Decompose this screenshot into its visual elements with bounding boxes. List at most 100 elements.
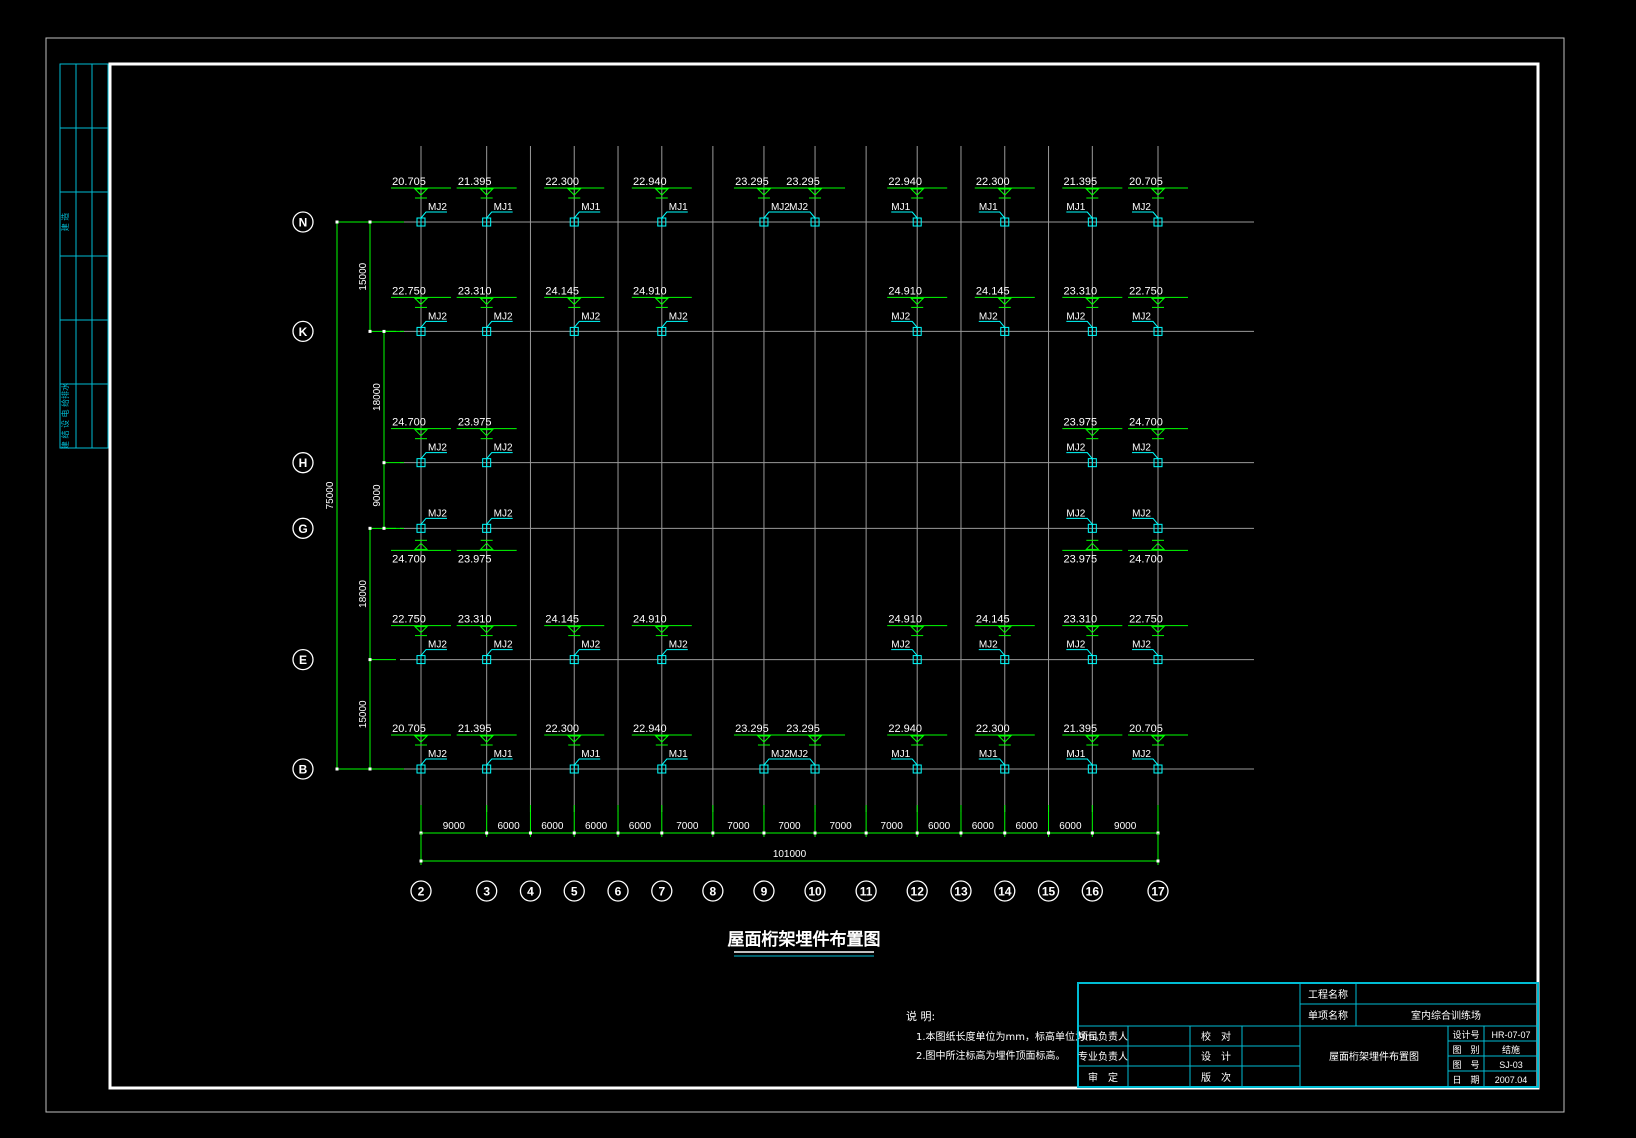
sub-project-value: 室内综合训练场 — [1411, 1009, 1481, 1022]
dim-tick-x-15 — [1047, 831, 1051, 835]
axis-label-col-3: 3 — [483, 885, 490, 899]
dim-tick-inner-G — [382, 526, 386, 530]
dim-tick-total-1 — [1156, 859, 1160, 863]
elev-label-G-17: 24.700 — [1129, 553, 1163, 565]
dim-label-x-11: 6000 — [972, 821, 995, 832]
elev-label-K-16: 23.310 — [1063, 285, 1097, 297]
sub-project-label: 单项名称 — [1308, 1009, 1348, 1022]
elev-label-E-17: 22.750 — [1129, 614, 1163, 626]
dim-tick-inner-H — [382, 461, 386, 465]
dim-label-x-5: 7000 — [676, 821, 699, 832]
embed-tag-N-14: MJ1 — [979, 202, 998, 213]
embed-tag-N-5: MJ1 — [581, 202, 600, 213]
meta-label-date: 日 期 — [1452, 1075, 1479, 1086]
strip-label-bottom: 建 结 设 电 给排水 — [60, 383, 70, 449]
dim-tick-x-16 — [1090, 831, 1094, 835]
elev-label-N-9: 23.295 — [735, 176, 769, 188]
dim-tick-x-11 — [864, 831, 868, 835]
elev-label-E-7: 24.910 — [633, 614, 667, 626]
elev-label-H-16: 23.975 — [1063, 417, 1097, 429]
elev-label-N-14: 22.300 — [976, 176, 1010, 188]
title-block-drawing-name: 屋面桁架埋件布置图 — [1329, 1050, 1419, 1063]
elev-label-K-17: 22.750 — [1129, 285, 1163, 297]
embed-tag-G-16: MJ2 — [1066, 508, 1085, 519]
axis-label-row-G: G — [298, 522, 307, 536]
elev-label-E-2: 22.750 — [392, 614, 426, 626]
embed-tag-K-2: MJ2 — [428, 311, 447, 322]
elev-label-B-5: 22.300 — [545, 723, 579, 735]
dim-tick-x-14 — [1003, 831, 1007, 835]
elev-label-N-5: 22.300 — [545, 176, 579, 188]
embed-tag-B-16: MJ1 — [1066, 749, 1085, 760]
dim-tick-outer-E — [368, 658, 372, 662]
check-design: 设 计 — [1201, 1050, 1231, 1063]
elev-label-K-14: 24.145 — [976, 285, 1010, 297]
elev-label-B-7: 22.940 — [633, 723, 667, 735]
drawing-title-text: 屋面桁架埋件布置图 — [728, 929, 881, 950]
meta-label-category: 图 别 — [1452, 1045, 1479, 1056]
dim-label-y-G-E: 18000 — [358, 580, 369, 608]
elev-label-N-2: 20.705 — [392, 176, 426, 188]
dim-tick-x-12 — [915, 831, 919, 835]
elev-label-B-9: 23.295 — [735, 723, 769, 735]
elev-label-E-14: 24.145 — [976, 614, 1010, 626]
embed-tag-B-17: MJ2 — [1132, 749, 1151, 760]
check-revision: 版 次 — [1201, 1071, 1231, 1084]
embed-tag-N-9: MJ2 — [771, 202, 790, 213]
note-line-1: 1.本图纸长度单位为mm，标高单位为m。 — [916, 1030, 1105, 1043]
dim-label-x-9: 7000 — [881, 821, 904, 832]
dim-label-x-13: 6000 — [1059, 821, 1082, 832]
embed-tag-B-3: MJ1 — [494, 749, 513, 760]
dim-label-y-N-K: 15000 — [358, 262, 369, 290]
embed-tag-E-12: MJ2 — [891, 640, 910, 651]
check-proofread: 校 对 — [1201, 1030, 1231, 1043]
dim-label-x-8: 7000 — [829, 821, 852, 832]
dim-tick-x-3 — [485, 831, 489, 835]
embed-tag-B-9: MJ2 — [771, 749, 790, 760]
elev-label-B-14: 22.300 — [976, 723, 1010, 735]
embed-tag-G-3: MJ2 — [494, 508, 513, 519]
embed-tag-E-2: MJ2 — [428, 640, 447, 651]
dim-tick-inner-K — [382, 329, 386, 333]
embed-tag-E-5: MJ2 — [581, 640, 600, 651]
axis-label-col-2: 2 — [418, 885, 425, 899]
axis-label-row-K: K — [299, 325, 308, 339]
elev-label-B-10: 23.295 — [786, 723, 820, 735]
elev-label-N-7: 22.940 — [633, 176, 667, 188]
axis-label-row-E: E — [299, 653, 307, 667]
axis-label-col-14: 14 — [998, 885, 1012, 899]
elev-label-B-16: 21.395 — [1063, 723, 1097, 735]
elev-label-G-16: 23.975 — [1063, 553, 1097, 565]
axis-label-col-9: 9 — [761, 885, 768, 899]
elev-label-B-2: 20.705 — [392, 723, 426, 735]
axis-label-col-4: 4 — [527, 885, 534, 899]
elev-label-E-16: 23.310 — [1063, 614, 1097, 626]
elev-label-K-12: 24.910 — [888, 285, 922, 297]
elev-label-N-17: 20.705 — [1129, 176, 1163, 188]
dim-tick-x-6 — [616, 831, 620, 835]
embed-tag-H-3: MJ2 — [494, 443, 513, 454]
notes-heading: 说 明: — [906, 1009, 935, 1023]
embed-tag-B-5: MJ1 — [581, 749, 600, 760]
embed-tag-B-2: MJ2 — [428, 749, 447, 760]
elev-label-B-12: 22.940 — [888, 723, 922, 735]
embed-tag-K-12: MJ2 — [891, 311, 910, 322]
embed-tag-K-14: MJ2 — [979, 311, 998, 322]
embed-tag-K-7: MJ2 — [669, 311, 688, 322]
elev-label-N-3: 21.395 — [458, 176, 492, 188]
elev-label-K-5: 24.145 — [545, 285, 579, 297]
embed-tag-H-2: MJ2 — [428, 443, 447, 454]
embed-tag-H-16: MJ2 — [1066, 443, 1085, 454]
meta-value-design-no: HR-07-07 — [1491, 1030, 1530, 1040]
elev-label-E-5: 24.145 — [545, 614, 579, 626]
meta-label-design-no: 设计号 — [1452, 1029, 1479, 1041]
embed-tag-K-16: MJ2 — [1066, 311, 1085, 322]
role-discipline-leader: 专业负责人 — [1078, 1050, 1128, 1063]
dim-tick-x-7 — [660, 831, 664, 835]
dim-label-x-14: 9000 — [1114, 821, 1137, 832]
elev-label-B-3: 21.395 — [458, 723, 492, 735]
embed-tag-H-17: MJ2 — [1132, 443, 1151, 454]
elev-label-K-7: 24.910 — [633, 285, 667, 297]
dim-tick-x-5 — [572, 831, 576, 835]
dim-label-y-total: 75000 — [325, 481, 336, 509]
